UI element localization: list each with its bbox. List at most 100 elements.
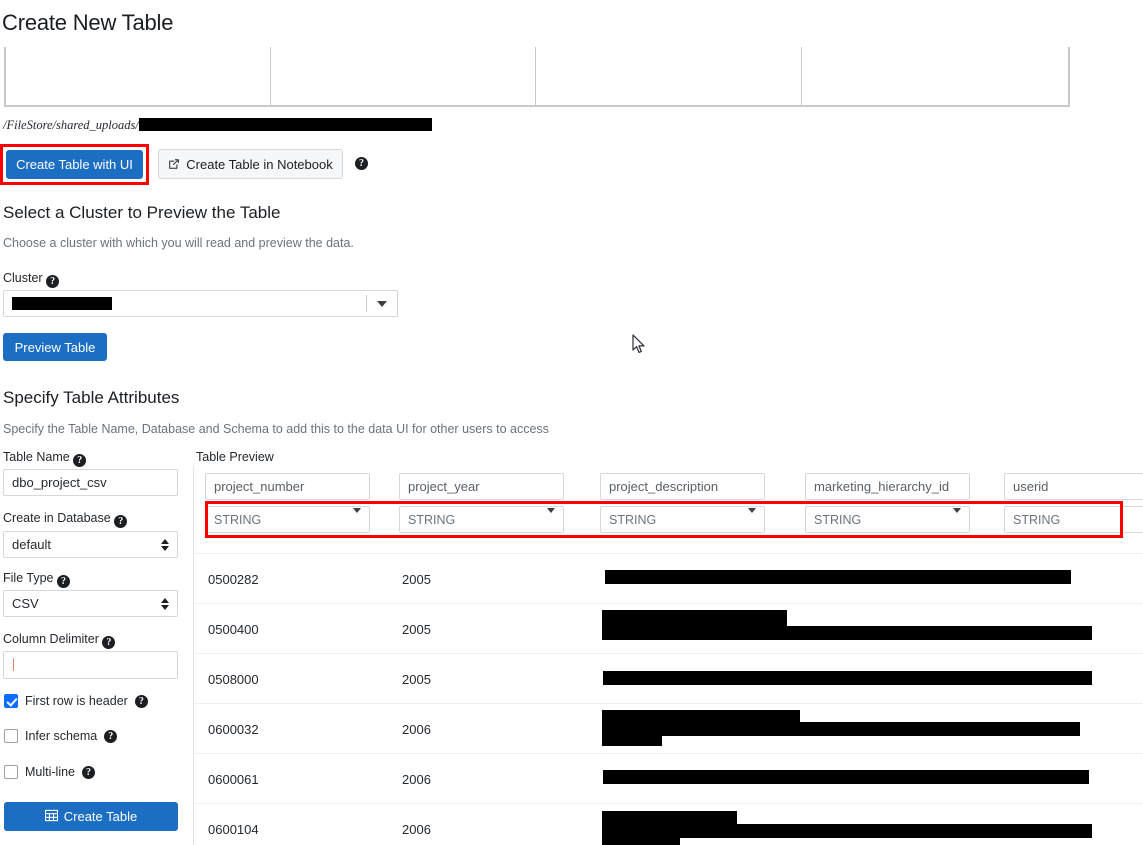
infer-schema-checkbox-row[interactable]: Infer schema ? — [4, 729, 117, 743]
create-table-with-ui-button[interactable]: Create Table with UI — [6, 150, 143, 179]
create-table-in-notebook-button[interactable]: Create Table in Notebook — [158, 149, 343, 179]
preview-table-button[interactable]: Preview Table — [3, 333, 107, 361]
cell-project-number: 0600061 — [208, 772, 259, 787]
file-path-prefix: /FileStore/shared_uploads/ — [3, 118, 139, 132]
cell-project-number: 0508000 — [208, 672, 259, 687]
cluster-label: Cluster ? — [3, 271, 59, 288]
cell-project-number: 0500282 — [208, 572, 259, 587]
cell-redaction — [602, 836, 680, 845]
dropzone-cell — [271, 47, 536, 105]
column-type-select[interactable]: STRING — [600, 506, 765, 533]
file-type-label: File Type ? — [3, 571, 70, 588]
chevron-down-icon — [748, 513, 756, 527]
help-icon[interactable]: ? — [102, 636, 115, 649]
create-in-database-select[interactable]: default — [3, 531, 178, 558]
grid-icon — [45, 809, 58, 825]
multi-line-checkbox[interactable] — [4, 765, 18, 779]
cluster-select[interactable] — [3, 290, 398, 317]
cell-redaction — [602, 722, 1080, 736]
column-type-select[interactable]: STRING — [399, 506, 564, 533]
cluster-value-redaction — [12, 297, 112, 310]
cell-project-year: 2006 — [402, 772, 431, 787]
column-type-select[interactable]: STRING — [805, 506, 970, 533]
help-icon[interactable]: ? — [114, 515, 127, 528]
help-icon[interactable]: ? — [57, 575, 70, 588]
help-icon[interactable]: ? — [104, 730, 117, 743]
cell-redaction — [603, 770, 1089, 784]
column-type-select[interactable]: STRING — [205, 506, 370, 533]
create-in-database-label-text: Create in Database — [3, 511, 111, 525]
cluster-section-subtext: Choose a cluster with which you will rea… — [3, 236, 354, 250]
column-delimiter-input[interactable]: | — [3, 651, 178, 679]
column-name-input[interactable]: marketing_hierarchy_id — [805, 473, 970, 500]
cell-redaction — [602, 626, 1092, 640]
first-row-is-header-checkbox[interactable] — [4, 694, 18, 708]
chevron-down-icon — [953, 513, 961, 527]
column-name-value: project_number — [214, 479, 304, 494]
cell-project-number: 0500400 — [208, 622, 259, 637]
column-name-input[interactable]: project_year — [399, 473, 564, 500]
external-link-icon — [168, 158, 180, 170]
column-name-input[interactable]: project_description — [600, 473, 765, 500]
table-preview-panel: project_number STRING project_year STRING pr… — [193, 465, 1143, 845]
column-name-value: userid — [1013, 479, 1048, 494]
attributes-section-subtext: Specify the Table Name, Database and Sch… — [3, 422, 549, 436]
file-dropzone-table — [4, 47, 1070, 107]
create-table-button[interactable]: Create Table — [4, 802, 178, 831]
cell-project-year: 2006 — [402, 822, 431, 837]
cell-redaction — [602, 734, 662, 746]
table-row: 0600032 2006 — [194, 703, 1143, 753]
chevron-down-icon — [367, 301, 397, 307]
help-icon[interactable]: ? — [355, 157, 368, 170]
dropzone-cell — [802, 47, 1068, 105]
column-name-value: project_year — [408, 479, 480, 494]
column-type-select[interactable]: STRING — [1004, 506, 1143, 533]
uploaded-file-path: /FileStore/shared_uploads/ — [3, 118, 432, 133]
cluster-label-text: Cluster — [3, 271, 43, 285]
table-name-input[interactable]: dbo_project_csv — [3, 469, 178, 496]
table-name-label-text: Table Name — [3, 450, 70, 464]
create-new-table-page: Create New Table /FileStore/shared_uploa… — [0, 0, 1143, 845]
help-icon[interactable]: ? — [135, 695, 148, 708]
create-in-database-value: default — [12, 537, 51, 552]
cell-project-year: 2005 — [402, 572, 431, 587]
stepper-arrows-icon — [161, 539, 169, 551]
column-name-input[interactable]: userid — [1004, 473, 1143, 500]
multi-line-label: Multi-line — [25, 765, 75, 779]
column-type-value: STRING — [1013, 513, 1060, 527]
cell-project-number: 0600032 — [208, 722, 259, 737]
cell-redaction — [603, 671, 1092, 685]
create-table-button-label: Create Table — [64, 809, 137, 824]
column-name-input[interactable]: project_number — [205, 473, 370, 500]
cell-project-number: 0600104 — [208, 822, 259, 837]
table-row: 05004002005 — [194, 603, 1143, 653]
column-delimiter-label-text: Column Delimiter — [3, 632, 99, 646]
column-type-value: STRING — [814, 513, 861, 527]
help-icon[interactable]: ? — [73, 454, 86, 467]
create-table-in-notebook-label: Create Table in Notebook — [186, 157, 332, 172]
table-preview-header: project_numberSTRINGproject_yearSTRINGpr… — [194, 465, 1143, 500]
infer-schema-checkbox[interactable] — [4, 729, 18, 743]
first-row-is-header-label: First row is header — [25, 694, 128, 708]
column-name-value: project_description — [609, 479, 718, 494]
file-type-select[interactable]: CSV — [3, 590, 178, 617]
column-delimiter-label: Column Delimiter ? — [3, 632, 115, 649]
table-row: 0508000 2005 — [194, 653, 1143, 703]
cell-project-year: 2005 — [402, 672, 431, 687]
table-preview-label: Table Preview — [196, 450, 274, 464]
chevron-down-icon — [353, 513, 361, 527]
file-type-label-text: File Type — [3, 571, 54, 585]
multi-line-checkbox-row[interactable]: Multi-line ? — [4, 765, 95, 779]
infer-schema-label: Infer schema — [25, 729, 97, 743]
column-type-value: STRING — [609, 513, 656, 527]
table-row: 0600104 2006 — [194, 803, 1143, 845]
mouse-cursor — [632, 334, 646, 354]
cell-project-year: 2006 — [402, 722, 431, 737]
help-icon[interactable]: ? — [82, 766, 95, 779]
column-name-value: marketing_hierarchy_id — [814, 479, 949, 494]
page-title: Create New Table — [2, 10, 173, 36]
column-type-value: STRING — [408, 513, 455, 527]
help-icon[interactable]: ? — [46, 275, 59, 288]
first-row-is-header-checkbox-row[interactable]: First row is header ? — [4, 694, 148, 708]
table-row: 0600061 2006 — [194, 753, 1143, 803]
